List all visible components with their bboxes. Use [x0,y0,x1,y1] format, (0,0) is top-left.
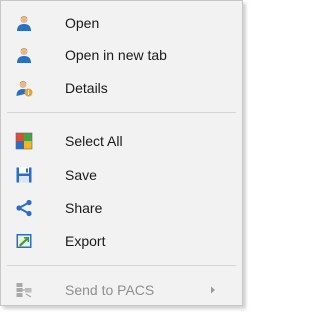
menu-item-export[interactable]: Export [1,224,242,258]
share-icon [15,199,33,217]
menu-item-details[interactable]: Details [1,71,242,105]
menu-item-label: Open in new tab [65,47,167,63]
menu-item-share[interactable]: Share [1,191,242,225]
menu-item-label: Save [65,167,97,183]
select-all-icon [15,132,33,150]
menu-separator [7,265,236,266]
menu-item-send-to-pacs[interactable]: Send to PACS [1,273,242,307]
menu-item-select-all[interactable]: Select All [1,124,242,158]
user-icon [15,46,33,64]
context-menu: Open Open in new tab Details Select All … [0,0,243,306]
menu-item-open-in-new-tab[interactable]: Open in new tab [1,38,242,72]
menu-item-save[interactable]: Save [1,158,242,192]
submenu-arrow-icon [208,282,218,298]
menu-item-label: Share [65,200,103,216]
menu-item-label: Details [65,80,108,96]
user-info-icon [15,79,33,97]
menu-item-label: Select All [65,133,123,149]
menu-item-open[interactable]: Open [1,6,242,40]
export-icon [15,232,33,250]
pacs-icon [15,281,33,299]
menu-item-label: Open [65,15,100,31]
menu-separator [7,112,236,113]
menu-item-label: Export [65,233,106,249]
user-icon [15,14,33,32]
menu-item-label: Send to PACS [65,282,155,298]
save-icon [15,166,33,184]
